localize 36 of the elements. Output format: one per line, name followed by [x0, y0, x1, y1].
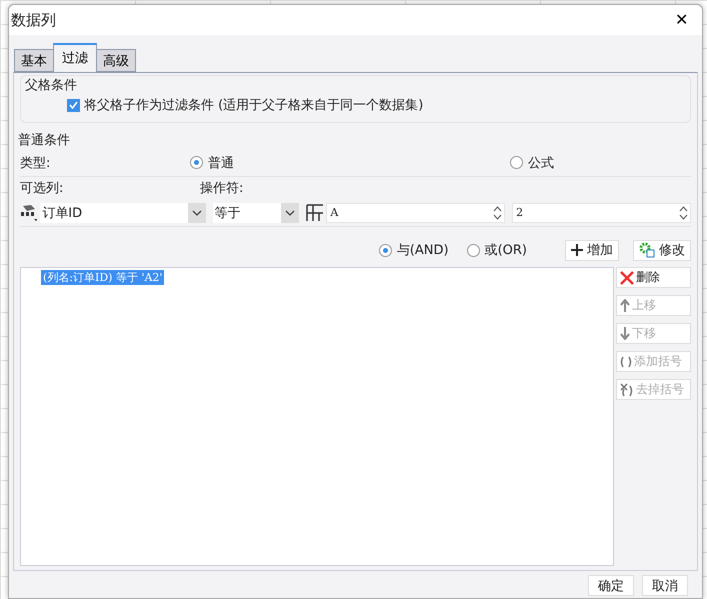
column-label: 可选列: [20, 181, 64, 196]
modify-button[interactable]: 修改 [633, 240, 691, 260]
checkbox-label: 将父格子作为过滤条件 (适用于父子格来自于同一个数据集) [84, 97, 424, 114]
chevron-down-icon [285, 210, 296, 216]
arrow-up-icon [620, 299, 630, 312]
arrow-down-icon [620, 327, 630, 340]
value-field[interactable]: 2 [512, 202, 691, 222]
grid-icon [306, 204, 324, 222]
group-legend: 父格条件 [25, 76, 684, 94]
tab[interactable]: 基本 [14, 49, 54, 72]
parentheses-cross-icon [620, 382, 634, 396]
checkbox[interactable] [67, 98, 80, 112]
type-label: 类型: [20, 156, 50, 170]
close-icon [620, 270, 634, 284]
radio-option[interactable]: 普通 [190, 154, 510, 172]
parentheses-icon [620, 356, 632, 368]
add-button[interactable]: 增加 [565, 240, 619, 260]
spinner-arrows-icon [679, 204, 688, 220]
radio-option[interactable]: 公式 [510, 154, 630, 172]
delete-button[interactable]: 删除 [616, 267, 691, 288]
spinner-arrows-icon [493, 204, 502, 220]
window-title: 数据列 [11, 10, 56, 30]
value-field[interactable]: A [326, 202, 506, 222]
cancel-button[interactable]: 取消 [642, 575, 688, 596]
operator-label: 操作符: [200, 180, 244, 197]
close-button[interactable]: ✕ [671, 10, 692, 30]
ok-button[interactable]: 确定 [588, 575, 634, 596]
radio-option[interactable]: 与(AND) [378, 241, 449, 259]
chevron-down-icon [192, 210, 202, 216]
tab[interactable]: 高级 [96, 49, 136, 72]
operator-dropdown[interactable]: 等于 [212, 202, 300, 222]
checkmark-icon [69, 101, 78, 109]
radio-option[interactable]: 或(OR) [466, 241, 527, 259]
column-dropdown[interactable]: 订单ID [40, 202, 206, 222]
plus-icon [571, 244, 583, 256]
group-legend: 普通条件 [18, 131, 691, 149]
